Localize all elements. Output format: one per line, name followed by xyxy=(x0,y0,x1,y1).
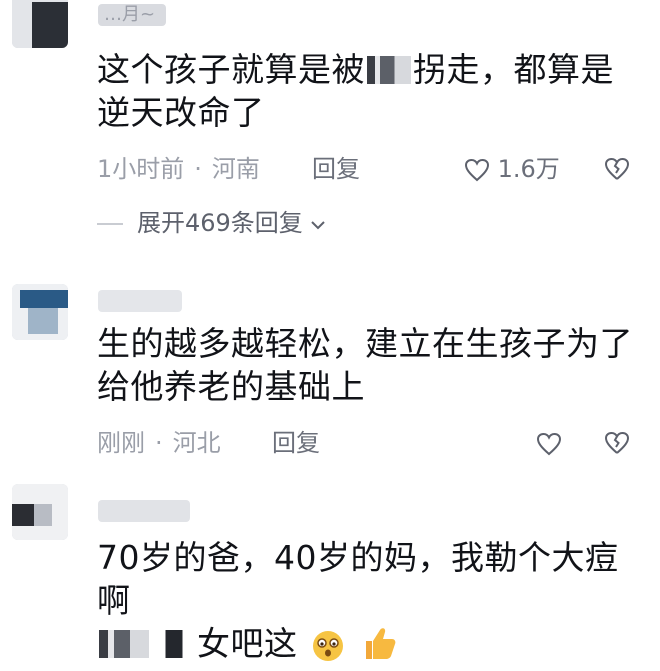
emoji-icon xyxy=(309,627,347,671)
username[interactable]: …月~ xyxy=(98,4,166,26)
reply-button[interactable]: 回复 xyxy=(272,428,320,458)
like-count: 1.6万 xyxy=(497,155,560,183)
comment-text-part: 女吧这 xyxy=(197,624,298,663)
like-button[interactable]: 1.6万 xyxy=(464,154,560,184)
comment-3: 70岁的爸，40岁的妈，我勒个大痘啊 女吧这 xyxy=(0,478,660,663)
comment-text: 70岁的爸，40岁的妈，我勒个大痘啊 女吧这 xyxy=(97,536,642,671)
location: 河南 xyxy=(211,155,260,183)
dislike-button[interactable] xyxy=(604,431,630,459)
like-button[interactable] xyxy=(536,428,562,458)
comment-text: 这个孩子就算是被 拐走，都算是逆天改命了 xyxy=(97,48,642,134)
avatar[interactable] xyxy=(12,0,68,48)
censored-text xyxy=(367,56,411,84)
reply-button[interactable]: 回复 xyxy=(312,154,360,184)
chevron-down-icon xyxy=(311,221,326,230)
comment-text: 生的越多越轻松，建立在生孩子为了给他养老的基础上 xyxy=(97,324,633,406)
timestamp: 1小时前 xyxy=(97,155,185,183)
username[interactable] xyxy=(98,290,182,312)
location: 河北 xyxy=(172,429,221,457)
comment-text-line: 女吧这 xyxy=(97,622,642,671)
heart-icon xyxy=(464,158,490,182)
avatar[interactable] xyxy=(12,284,68,340)
censored-text xyxy=(99,630,149,658)
expand-replies-label: 展开469条回复 xyxy=(137,209,303,237)
divider xyxy=(97,223,123,225)
heart-icon xyxy=(536,432,562,456)
thumbs-up-icon xyxy=(358,625,398,671)
comment-1: …月~ 这个孩子就算是被 拐走，都算是逆天改命了 1小时前 · 河南 回复 1.6万 … xyxy=(0,0,660,250)
username[interactable] xyxy=(98,500,190,522)
censored-text xyxy=(153,630,195,658)
dislike-button[interactable] xyxy=(604,157,630,185)
dislike-heart-icon xyxy=(604,157,630,180)
dislike-heart-icon xyxy=(604,431,630,454)
expand-replies-button[interactable]: 展开469条回复 xyxy=(97,208,326,238)
timestamp: 刚刚 xyxy=(97,429,145,457)
comment-meta: 1小时前 · 河南 xyxy=(97,155,260,183)
comment-meta: 刚刚 · 河北 xyxy=(97,429,221,457)
comment-text-part: 这个孩子就算是被 xyxy=(97,50,365,89)
comment-2: 生的越多越轻松，建立在生孩子为了给他养老的基础上 刚刚 · 河北 回复 xyxy=(0,280,660,470)
comment-text-line: 70岁的爸，40岁的妈，我勒个大痘啊 xyxy=(97,538,619,620)
avatar[interactable] xyxy=(12,484,68,540)
